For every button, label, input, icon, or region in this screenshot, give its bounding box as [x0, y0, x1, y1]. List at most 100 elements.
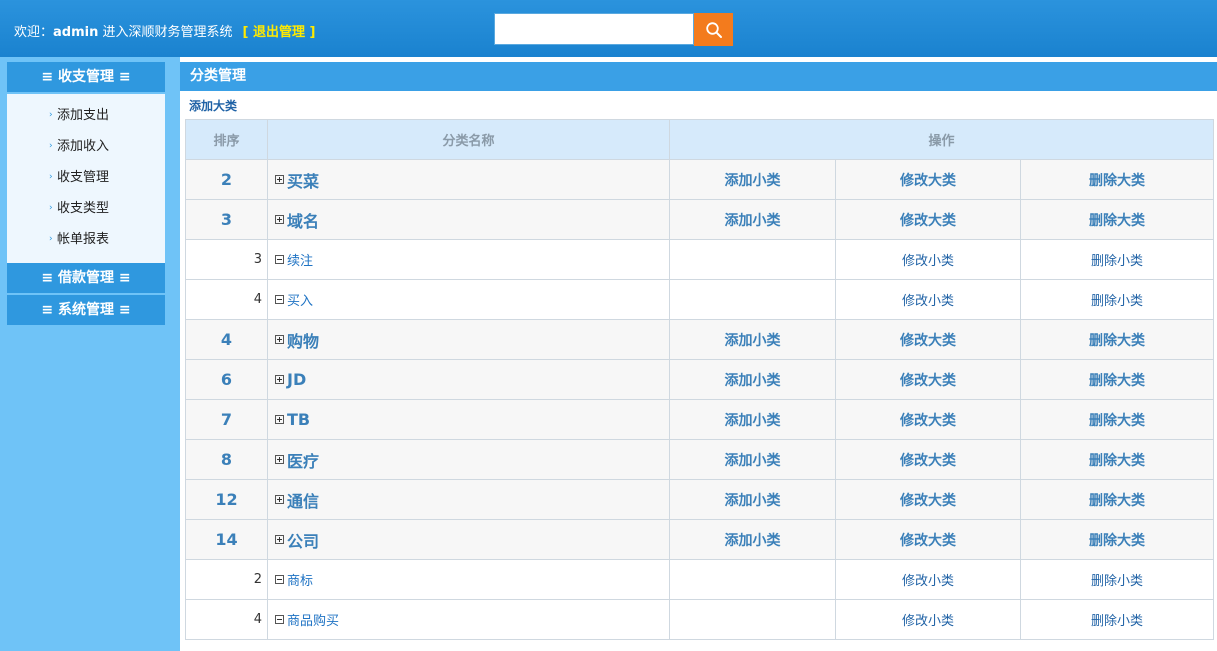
subcategory-name[interactable]: 商标: [287, 574, 313, 589]
delete-major-link[interactable]: 删除大类: [1019, 439, 1215, 480]
category-name[interactable]: 通信: [287, 492, 319, 511]
menu-loan[interactable]: ≡ 借款管理 ≡: [7, 263, 165, 295]
expand-icon[interactable]: [275, 455, 284, 464]
sort-value: 14: [185, 519, 268, 560]
edit-major-link[interactable]: 修改大类: [835, 359, 1021, 400]
table-row: 2 买菜 添加小类 修改大类 删除大类: [185, 159, 1215, 200]
search-input[interactable]: [494, 13, 694, 45]
add-sub-link[interactable]: 添加小类: [669, 199, 836, 240]
expand-icon[interactable]: [275, 175, 284, 184]
submenu-income-expense: › 添加支出 › 添加收入 › 收支管理 › 收支类型 › 帐单报表: [7, 94, 165, 263]
search-button[interactable]: [694, 13, 733, 46]
delete-sub-link[interactable]: 删除小类: [1019, 599, 1215, 640]
logout-link[interactable]: [ 退出管理 ]: [243, 25, 316, 40]
sidebar-item-add-income[interactable]: › 添加收入: [7, 131, 165, 162]
sidebar-item-income-expense-types[interactable]: › 收支类型: [7, 193, 165, 224]
sort-value: 3: [185, 199, 268, 240]
sort-value: 6: [185, 359, 268, 400]
add-category-link[interactable]: 添加大类: [189, 97, 237, 114]
menu-income-expense[interactable]: ≡ 收支管理 ≡: [7, 62, 165, 94]
arrow-right-icon: ›: [49, 172, 53, 182]
expand-icon[interactable]: [275, 215, 284, 224]
sort-value: 2: [185, 159, 268, 200]
column-header-name: 分类名称: [267, 119, 670, 160]
welcome-suffix: 进入深顺财务管理系统: [98, 25, 233, 40]
delete-major-link[interactable]: 删除大类: [1019, 359, 1215, 400]
subcategory-name[interactable]: 买入: [287, 294, 313, 309]
table-row: 4 商品购买 修改小类 删除小类: [185, 599, 1215, 640]
edit-sub-link[interactable]: 修改小类: [835, 239, 1021, 280]
category-name[interactable]: JD: [287, 370, 306, 389]
edit-major-link[interactable]: 修改大类: [835, 199, 1021, 240]
sort-value: 4: [185, 279, 268, 320]
category-name[interactable]: TB: [287, 410, 310, 429]
category-name[interactable]: 医疗: [287, 452, 319, 471]
delete-sub-link[interactable]: 删除小类: [1019, 279, 1215, 320]
edit-major-link[interactable]: 修改大类: [835, 439, 1021, 480]
search-icon: [705, 21, 722, 38]
table-row: 2 商标 修改小类 删除小类: [185, 559, 1215, 600]
edit-major-link[interactable]: 修改大类: [835, 479, 1021, 520]
edit-major-link[interactable]: 修改大类: [835, 159, 1021, 200]
menu-system[interactable]: ≡ 系统管理 ≡: [7, 295, 165, 327]
edit-sub-link[interactable]: 修改小类: [835, 599, 1021, 640]
category-name[interactable]: 买菜: [287, 172, 319, 191]
username: admin: [53, 25, 99, 40]
table-row: 8 医疗 添加小类 修改大类 删除大类: [185, 439, 1215, 480]
table-row: 12 通信 添加小类 修改大类 删除大类: [185, 479, 1215, 520]
expand-icon[interactable]: [275, 495, 284, 504]
expand-icon[interactable]: [275, 375, 284, 384]
add-sub-link[interactable]: 添加小类: [669, 479, 836, 520]
edit-sub-link[interactable]: 修改小类: [835, 559, 1021, 600]
add-sub-link[interactable]: 添加小类: [669, 439, 836, 480]
table-row: 4 购物 添加小类 修改大类 删除大类: [185, 319, 1215, 360]
add-sub-link[interactable]: 添加小类: [669, 159, 836, 200]
empty-cell: [669, 279, 836, 320]
sort-value: 4: [185, 599, 268, 640]
sort-value: 2: [185, 559, 268, 600]
table-row: 7 TB 添加小类 修改大类 删除大类: [185, 399, 1215, 440]
subcategory-name[interactable]: 商品购买: [287, 614, 339, 629]
collapse-icon: [275, 575, 284, 584]
delete-major-link[interactable]: 删除大类: [1019, 319, 1215, 360]
sidebar-item-label: 添加支出: [57, 108, 110, 123]
table-row: 6 JD 添加小类 修改大类 删除大类: [185, 359, 1215, 400]
delete-major-link[interactable]: 删除大类: [1019, 159, 1215, 200]
category-name[interactable]: 购物: [287, 332, 319, 351]
sort-value: 4: [185, 319, 268, 360]
add-sub-link[interactable]: 添加小类: [669, 519, 836, 560]
sidebar-item-bill-report[interactable]: › 帐单报表: [7, 224, 165, 255]
add-sub-link[interactable]: 添加小类: [669, 359, 836, 400]
delete-major-link[interactable]: 删除大类: [1019, 519, 1215, 560]
category-name[interactable]: 公司: [287, 532, 319, 551]
sort-value: 3: [185, 239, 268, 280]
collapse-icon: [275, 615, 284, 624]
edit-major-link[interactable]: 修改大类: [835, 519, 1021, 560]
sidebar-item-income-expense-manage[interactable]: › 收支管理: [7, 162, 165, 193]
delete-major-link[interactable]: 删除大类: [1019, 399, 1215, 440]
edit-sub-link[interactable]: 修改小类: [835, 279, 1021, 320]
delete-major-link[interactable]: 删除大类: [1019, 479, 1215, 520]
sidebar-item-label: 帐单报表: [57, 232, 110, 247]
category-name[interactable]: 域名: [287, 212, 319, 231]
welcome-text: 欢迎：admin 进入深顺财务管理系统 [ 退出管理 ]: [14, 21, 315, 40]
delete-sub-link[interactable]: 删除小类: [1019, 559, 1215, 600]
expand-icon[interactable]: [275, 415, 284, 424]
edit-major-link[interactable]: 修改大类: [835, 319, 1021, 360]
add-sub-link[interactable]: 添加小类: [669, 399, 836, 440]
expand-icon[interactable]: [275, 535, 284, 544]
table-row: 3 域名 添加小类 修改大类 删除大类: [185, 199, 1215, 240]
table-row: 14 公司 添加小类 修改大类 删除大类: [185, 519, 1215, 560]
sort-value: 8: [185, 439, 268, 480]
subcategory-name[interactable]: 续注: [287, 254, 313, 269]
sidebar-item-label: 添加收入: [57, 139, 110, 154]
delete-sub-link[interactable]: 删除小类: [1019, 239, 1215, 280]
add-sub-link[interactable]: 添加小类: [669, 319, 836, 360]
sidebar-item-add-expense[interactable]: › 添加支出: [7, 100, 165, 131]
delete-major-link[interactable]: 删除大类: [1019, 199, 1215, 240]
category-table: 排序 分类名称 操作 2 买菜 添加小类 修改大类 删除大类 3 域名 添加小类…: [185, 119, 1215, 640]
arrow-right-icon: ›: [49, 141, 53, 151]
expand-icon[interactable]: [275, 335, 284, 344]
edit-major-link[interactable]: 修改大类: [835, 399, 1021, 440]
table-header-row: 排序 分类名称 操作: [185, 119, 1215, 160]
